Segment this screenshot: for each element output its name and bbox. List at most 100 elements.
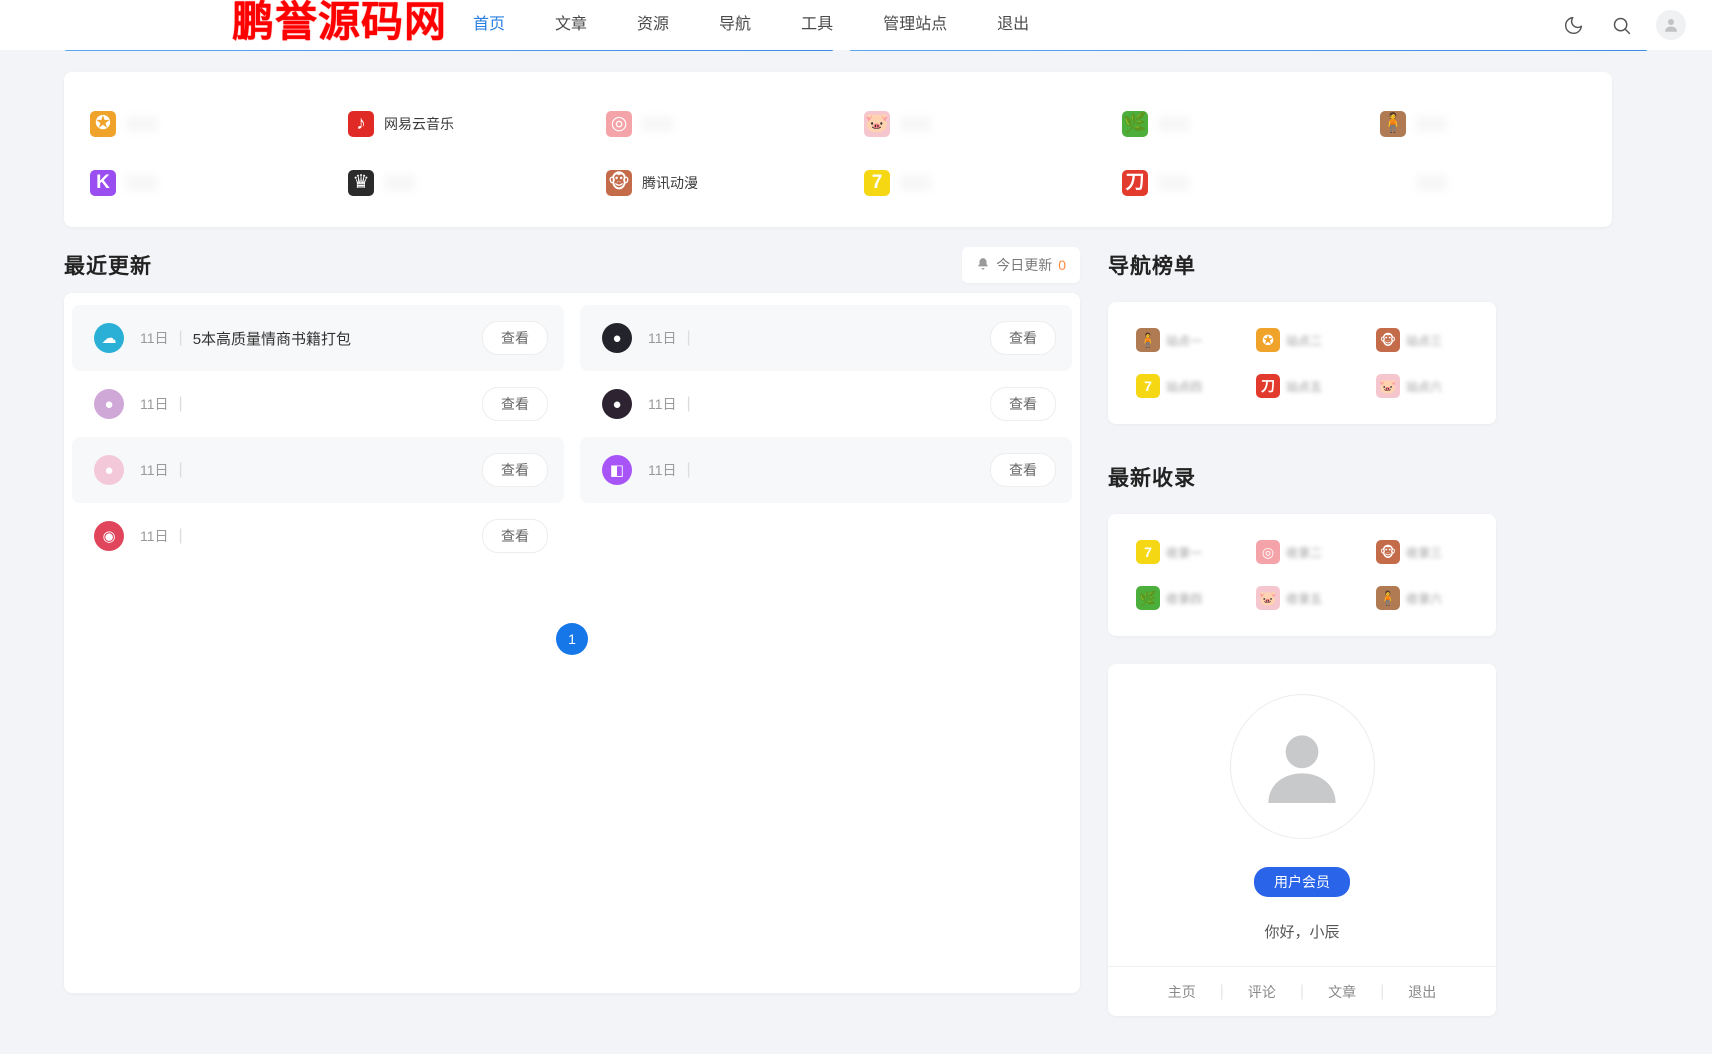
greeting-text: 你好，小辰 [1264, 924, 1340, 941]
row-title [193, 462, 482, 479]
page-title-recent: 最近更新 [64, 255, 152, 278]
row-title [193, 396, 482, 413]
view-button[interactable]: 查看 [990, 453, 1056, 487]
ranking-card: 🧍 站点一 ✪ 站点二 🐵 站点三 7 站点四 刀站点五 🐷 站点六 [1108, 302, 1496, 424]
table-row[interactable]: ◉ 11日 | 查看 [72, 503, 564, 569]
profile-link[interactable]: 评论 [1224, 982, 1300, 1002]
membership-badge[interactable]: 用户会员 [1254, 867, 1350, 897]
list-item[interactable]: 🌿 收录四 [1122, 586, 1242, 610]
person-icon: 🧍 [1136, 328, 1160, 352]
profile-card: 用户会员 你好，小辰 主页 | 评论 | 文章 | 退出 [1108, 664, 1496, 1016]
top-navigation-bar: 首页 文章 资源 导航 工具 管理站点 退出 [0, 0, 1712, 50]
quick-link-item[interactable]: ♛ [322, 153, 580, 212]
user-avatar-icon[interactable] [1656, 10, 1686, 40]
list-item[interactable]: 🧍 站点一 [1122, 328, 1242, 352]
table-row[interactable]: ◧ 11日 | 查看 [580, 437, 1072, 503]
quick-link-label [900, 175, 931, 191]
row-title [701, 462, 990, 479]
nav-link-navigation[interactable]: 导航 [694, 0, 776, 50]
target-icon: ◎ [606, 110, 632, 137]
table-row[interactable]: ● 11日 | 查看 [72, 371, 564, 437]
view-button[interactable]: 查看 [990, 321, 1056, 355]
empty-cell [572, 503, 1080, 569]
tencent-comic-icon: 🐵 [1376, 328, 1400, 352]
profile-link[interactable]: 退出 [1384, 982, 1460, 1002]
list-item-label: 收录二 [1286, 545, 1323, 560]
quick-link-item[interactable]: ◎ [580, 94, 838, 153]
list-item[interactable]: ✪ 站点二 [1242, 328, 1362, 352]
table-row[interactable]: ● 11日 | 查看 [72, 437, 564, 503]
quick-link-label [900, 116, 931, 132]
list-item[interactable]: 7 站点四 [1122, 374, 1242, 398]
nav-link-resources[interactable]: 资源 [612, 0, 694, 50]
row-date: 11日 [140, 528, 169, 544]
quick-link-item[interactable]: 🐷 [838, 94, 1096, 153]
quick-link-item[interactable]: 🐵 腾讯动漫 [580, 153, 838, 212]
table-row[interactable]: ● 11日 | 查看 [580, 371, 1072, 437]
badge-check-icon: ✪ [1256, 328, 1280, 352]
avatar-dark-icon: ● [602, 323, 632, 353]
crown-search-icon: ♛ [348, 169, 374, 196]
baidu-netdisk-icon: ☁ [94, 323, 124, 353]
view-button[interactable]: 查看 [482, 519, 548, 553]
nav-link-logout[interactable]: 退出 [972, 0, 1054, 50]
profile-link[interactable]: 主页 [1144, 982, 1220, 1002]
pig-icon: 🐷 [864, 110, 890, 137]
tencent-comic-icon: 🐵 [606, 169, 632, 196]
list-item-label: 站点五 [1286, 379, 1323, 394]
list-item[interactable]: 7 收录一 [1122, 540, 1242, 564]
list-item-label: 站点三 [1406, 333, 1443, 348]
row-separator: | [686, 461, 691, 478]
ranking-grid: 🧍 站点一 ✪ 站点二 🐵 站点三 7 站点四 刀站点五 🐷 站点六 [1122, 328, 1482, 398]
nav-link-home[interactable]: 首页 [448, 0, 530, 50]
row-separator: | [686, 329, 691, 346]
nav-link-articles[interactable]: 文章 [530, 0, 612, 50]
nav-actions [1560, 0, 1686, 50]
sidebar-title-ranking: 导航榜单 [1108, 255, 1196, 278]
list-item[interactable]: ◎ 收录二 [1242, 540, 1362, 564]
seven-yellow-icon: 7 [1136, 540, 1160, 564]
row-title [701, 330, 990, 347]
nav-links: 首页 文章 资源 导航 工具 管理站点 退出 [448, 0, 1054, 50]
list-item[interactable]: 🐵 站点三 [1362, 328, 1482, 352]
bell-icon [976, 257, 990, 274]
quick-link-item[interactable]: ✪ [64, 94, 322, 153]
row-separator: | [178, 395, 183, 412]
list-item[interactable]: 🐵 收录三 [1362, 540, 1482, 564]
user-avatar-placeholder-icon [1229, 694, 1375, 839]
row-date: 11日 [140, 462, 169, 478]
view-button[interactable]: 查看 [990, 387, 1056, 421]
moon-icon[interactable] [1560, 12, 1586, 38]
avatar-red-icon: ◉ [94, 521, 124, 551]
seven-yellow-icon: 7 [864, 169, 890, 196]
quick-link-label [126, 116, 157, 132]
view-button[interactable]: 查看 [482, 321, 548, 355]
pagination-page-1[interactable]: 1 [556, 623, 588, 655]
list-item-label: 站点一 [1166, 333, 1203, 348]
nav-link-tools[interactable]: 工具 [776, 0, 858, 50]
row-date: 11日 [648, 462, 677, 478]
quick-link-item[interactable]: K [64, 153, 322, 212]
table-row[interactable]: ● 11日 | 查看 [580, 305, 1072, 371]
table-row[interactable]: ☁ 11日 | 5本高质量情商书籍打包 查看 [72, 305, 564, 371]
view-button[interactable]: 查看 [482, 453, 548, 487]
quick-link-item[interactable]: ♪ 网易云音乐 [322, 94, 580, 153]
avatar-dark2-icon: ● [602, 389, 632, 419]
profile-link[interactable]: 文章 [1304, 982, 1380, 1002]
search-icon[interactable] [1608, 12, 1634, 38]
row-title [701, 396, 990, 413]
list-item[interactable]: 🐷 站点六 [1362, 374, 1482, 398]
page-body: ✪ ♪ 网易云音乐 ◎ 🐷 🌿 🧍 K ♛ 🐵 腾讯动漫 7 刀 最近更新 今日更新 0 [0, 50, 1712, 1054]
list-item[interactable]: 🐷 收录五 [1242, 586, 1362, 610]
today-update-badge[interactable]: 今日更新 0 [962, 247, 1080, 283]
list-item[interactable]: 🧍 收录六 [1362, 586, 1482, 610]
profile-links: 主页 | 评论 | 文章 | 退出 [1108, 966, 1496, 1016]
leaf-icon: 🌿 [1136, 586, 1160, 610]
nav-link-admin[interactable]: 管理站点 [858, 0, 972, 50]
kuaishou-k-icon: K [90, 169, 116, 196]
quick-link-item[interactable]: 7 [838, 153, 1096, 212]
target-icon: ◎ [1256, 540, 1280, 564]
row-separator: | [178, 461, 183, 478]
list-item[interactable]: 刀站点五 [1242, 374, 1362, 398]
view-button[interactable]: 查看 [482, 387, 548, 421]
